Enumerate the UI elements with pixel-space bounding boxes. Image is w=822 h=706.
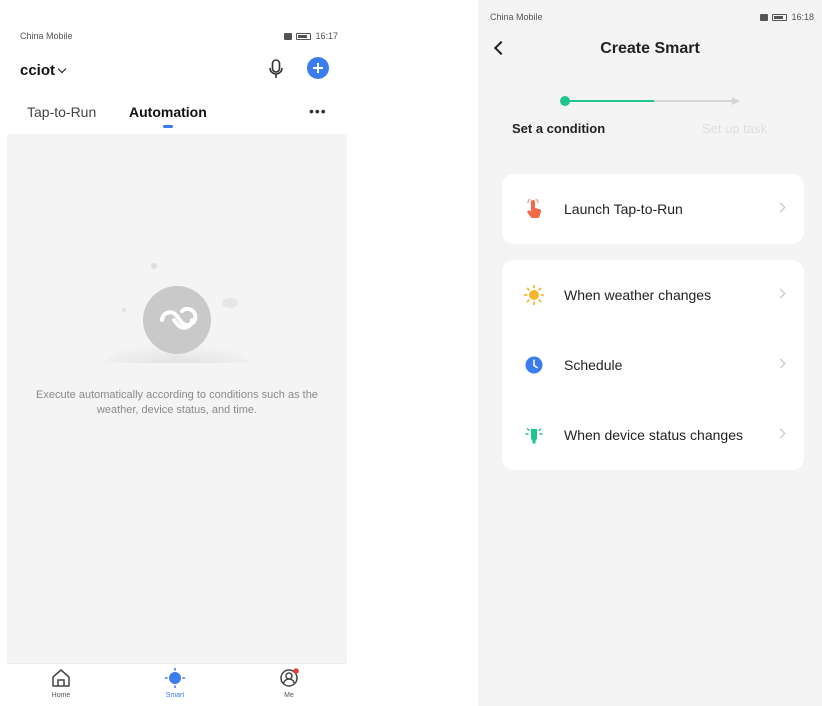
battery-icon <box>296 32 312 40</box>
tab-automation[interactable]: Automation <box>129 104 207 120</box>
sun-icon <box>524 285 544 305</box>
more-options-icon[interactable]: ••• <box>309 103 327 119</box>
step-line-active <box>568 100 654 102</box>
microphone-icon[interactable] <box>267 58 285 80</box>
option-label: When device status changes <box>564 427 743 443</box>
tabbar-label-home: Home <box>51 692 71 699</box>
empty-state-message: Execute automatically according to condi… <box>36 389 318 416</box>
empty-automation-illustration <box>102 263 252 363</box>
progress-stepper <box>560 94 750 108</box>
option-launch-tap-to-run[interactable]: Launch Tap-to-Run <box>502 174 804 244</box>
tabbar-item-me[interactable]: Me <box>259 668 319 699</box>
page-title: Create Smart <box>600 40 700 57</box>
status-time: 16:18 <box>791 12 814 22</box>
step-label-set-condition: Set a condition <box>512 121 606 136</box>
step-label-set-up-task: Set up task <box>702 121 768 136</box>
tap-hand-icon <box>527 199 542 219</box>
option-label: When weather changes <box>564 287 712 303</box>
status-bar: China Mobile 16:18 <box>490 12 814 24</box>
option-label: Schedule <box>564 357 623 373</box>
tabbar-item-smart[interactable]: Smart <box>145 668 205 699</box>
sim-icon <box>284 32 293 40</box>
battery-icon <box>772 13 788 21</box>
smart-icon <box>164 668 186 688</box>
sim-icon <box>760 13 769 21</box>
step-dot-active <box>560 96 570 106</box>
status-right: 16:18 <box>760 12 814 22</box>
screenshot-stage: China Mobile 16:17 cciot Tap-to-Run Auto… <box>0 0 822 706</box>
home-selector[interactable]: cciot <box>20 62 67 79</box>
tabbar-label-smart: Smart <box>165 692 185 699</box>
smart-automation-screen: China Mobile 16:17 cciot Tap-to-Run Auto… <box>7 18 347 706</box>
option-device-status-changes[interactable]: When device status changes <box>502 400 804 470</box>
step-line-inactive <box>654 100 734 102</box>
status-right: 16:17 <box>284 31 338 41</box>
carrier-label: China Mobile <box>490 12 543 22</box>
device-status-icon <box>525 428 543 444</box>
tab-tap-to-run[interactable]: Tap-to-Run <box>27 104 96 120</box>
step-arrow-icon <box>732 97 740 105</box>
bottom-tab-bar: Home Smart Me <box>7 663 347 706</box>
option-label: Launch Tap-to-Run <box>564 201 683 217</box>
tab-active-indicator <box>163 125 173 128</box>
chevron-right-icon <box>775 428 786 439</box>
clock-icon <box>525 356 543 374</box>
tabbar-item-home[interactable]: Home <box>31 668 91 699</box>
home-icon <box>52 669 70 687</box>
option-schedule[interactable]: Schedule <box>502 330 804 400</box>
option-weather-changes[interactable]: When weather changes <box>502 260 804 330</box>
carrier-label: China Mobile <box>20 31 73 41</box>
chevron-down-icon <box>57 64 67 73</box>
create-smart-screen: China Mobile 16:18 Create Smart Set a co… <box>478 0 822 706</box>
chevron-right-icon <box>775 288 786 299</box>
profile-icon <box>280 668 299 687</box>
add-button[interactable] <box>307 57 329 79</box>
home-name-label: cciot <box>20 62 56 79</box>
status-bar: China Mobile 16:17 <box>20 31 338 43</box>
status-time: 16:17 <box>315 31 338 41</box>
condition-card-manual: Launch Tap-to-Run <box>502 174 804 244</box>
chevron-right-icon <box>775 202 786 213</box>
chevron-right-icon <box>775 358 786 369</box>
condition-card-auto: When weather changes Schedule When devic… <box>502 260 804 470</box>
tabbar-label-me: Me <box>284 692 294 699</box>
